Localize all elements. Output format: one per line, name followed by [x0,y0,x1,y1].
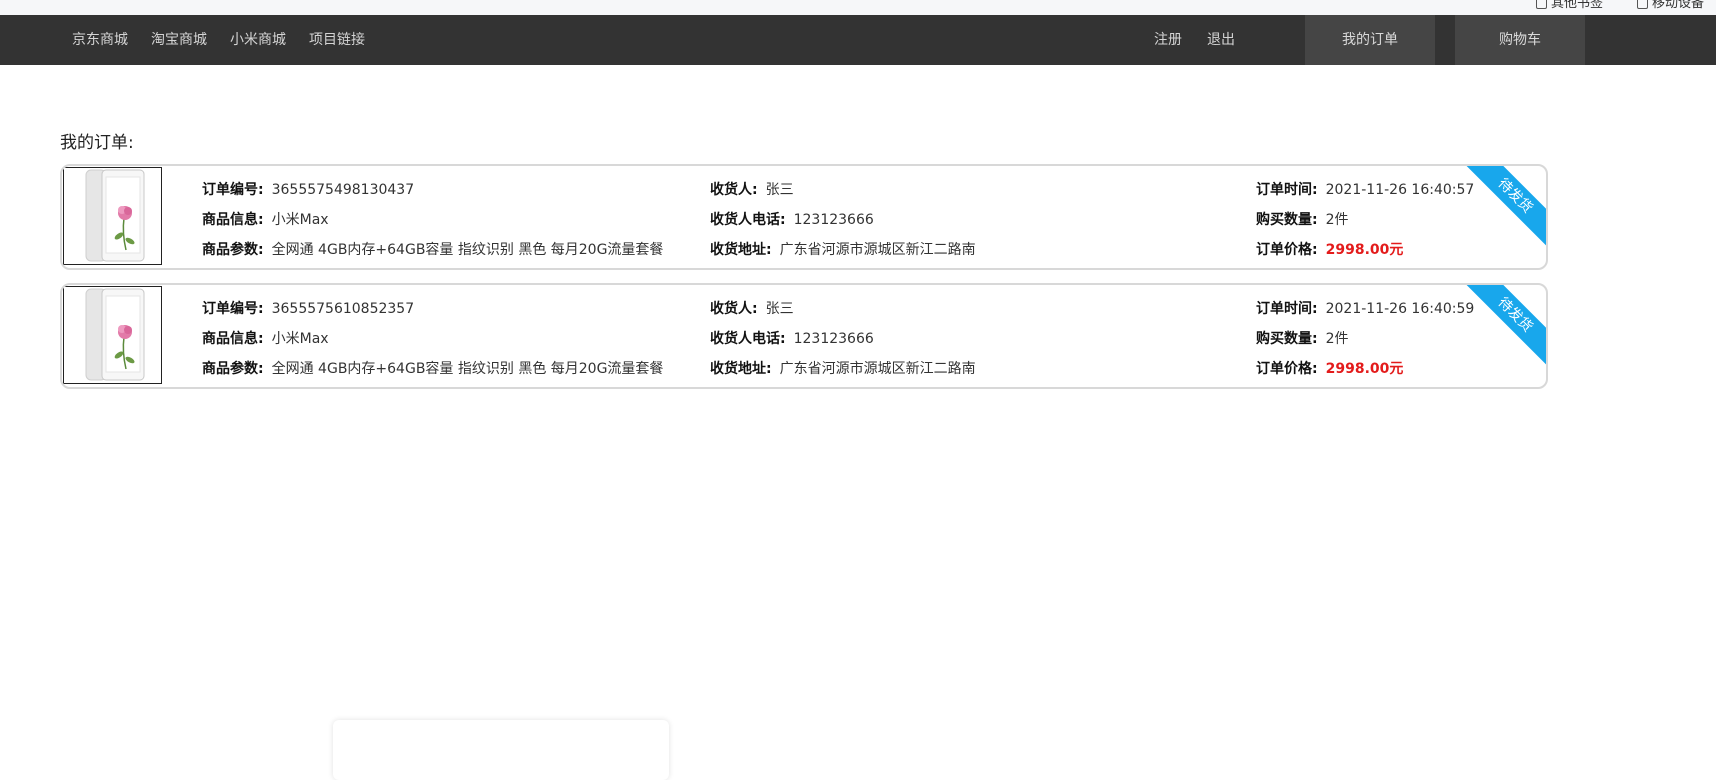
mobile-device-icon [1637,0,1648,9]
delivery-address: 收货地址: 广东省河源市源城区新江二路南 [710,361,976,377]
register-link[interactable]: 注册 [1154,15,1182,65]
logout-link[interactable]: 退出 [1207,15,1235,65]
top-navbar: 京东商城 淘宝商城 小米商城 项目链接 注册 退出 我的订单 购物车 [0,15,1716,65]
product-info: 商品信息: 小米Max [202,331,329,347]
folder-icon [1536,0,1547,9]
receiver: 收货人: 张三 [710,301,794,317]
order-number: 订单编号: 3655575498130437 [202,182,415,198]
bottom-panel [333,720,669,780]
purchase-quantity: 购买数量: 2件 [1256,212,1349,228]
order-time: 订单时间: 2021-11-26 16:40:59 [1256,301,1475,317]
receiver: 收货人: 张三 [710,182,794,198]
product-info: 商品信息: 小米Max [202,212,329,228]
nav-link-taobao[interactable]: 淘宝商城 [151,15,207,65]
product-image[interactable] [63,167,162,265]
status-badge: 待发货 [1461,285,1546,369]
page-title: 我的订单: [60,133,134,153]
order-time: 订单时间: 2021-11-26 16:40:57 [1256,182,1475,198]
receiver-phone: 收货人电话: 123123666 [710,212,874,228]
delivery-address: 收货地址: 广东省河源市源城区新江二路南 [710,242,976,258]
tab-cart[interactable]: 购物车 [1455,15,1585,65]
order-card: 订单编号: 3655575610852357 商品信息: 小米Max 商品参数: 全网… [60,283,1548,389]
purchase-quantity: 购买数量: 2件 [1256,331,1349,347]
nav-link-project[interactable]: 项目链接 [309,15,365,65]
bookmark-other[interactable]: 其他书签 [1536,0,1603,11]
order-card: 订单编号: 3655575498130437 商品信息: 小米Max 商品参数: 全网… [60,164,1548,270]
status-badge: 待发货 [1461,166,1546,250]
product-params: 商品参数: 全网通 4GB内存+64GB容量 指纹识别 黑色 每月20G流量套餐 [202,242,664,258]
order-price: 订单价格: 2998.00元 [1256,361,1404,377]
receiver-phone: 收货人电话: 123123666 [710,331,874,347]
nav-link-xiaomi[interactable]: 小米商城 [230,15,286,65]
phone-image-icon [85,169,145,262]
phone-image-icon [85,288,145,381]
order-price: 订单价格: 2998.00元 [1256,242,1404,258]
tab-my-orders[interactable]: 我的订单 [1305,15,1435,65]
order-number: 订单编号: 3655575610852357 [202,301,415,317]
product-params: 商品参数: 全网通 4GB内存+64GB容量 指纹识别 黑色 每月20G流量套餐 [202,361,664,377]
nav-link-jd[interactable]: 京东商城 [72,15,128,65]
bookmark-mobile[interactable]: 移动设备 [1637,0,1704,11]
product-image[interactable] [63,286,162,384]
browser-bookmarks-bar: 其他书签 移动设备 [0,0,1716,16]
